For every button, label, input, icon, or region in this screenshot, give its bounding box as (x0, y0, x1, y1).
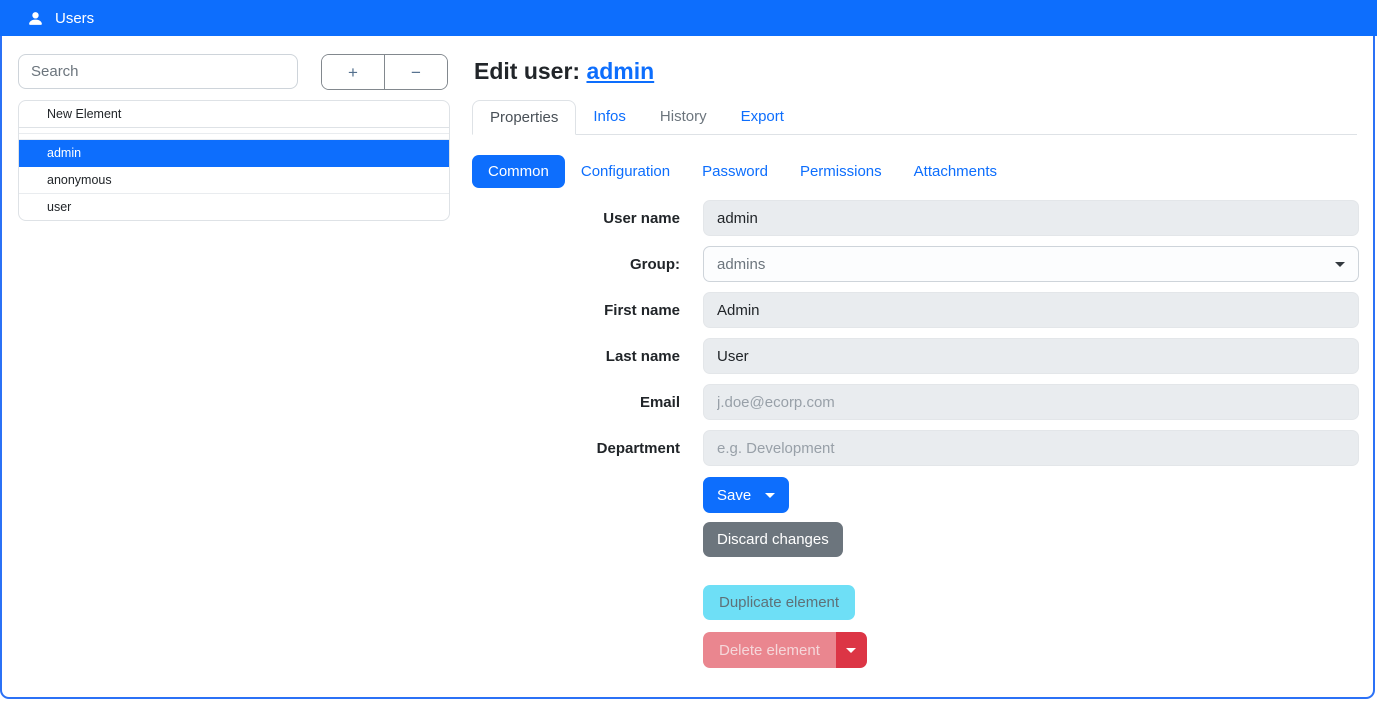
subtab-attachments[interactable]: Attachments (898, 155, 1013, 188)
list-item-anonymous[interactable]: anonymous (19, 167, 449, 194)
group-label: Group: (472, 256, 680, 273)
person-icon (27, 10, 44, 27)
username-field[interactable] (703, 200, 1359, 236)
tab-history[interactable]: History (643, 100, 724, 134)
username-label: User name (472, 210, 680, 227)
form-row: First name (472, 292, 1357, 328)
delete-button-group: Delete element (703, 632, 867, 668)
email-label: Email (472, 394, 680, 411)
subtab-common[interactable]: Common (472, 155, 565, 188)
sidebar: + − New Element admin anonymous user (2, 36, 458, 697)
list-item-new-element[interactable]: New Element (19, 101, 449, 128)
subtab-password[interactable]: Password (686, 155, 784, 188)
group-select[interactable]: admins (703, 246, 1359, 282)
delete-element-button[interactable]: Delete element (703, 632, 836, 668)
navbar-title: Users (55, 10, 94, 27)
form-row: Department (472, 430, 1357, 466)
form-row: Group: admins (472, 246, 1357, 282)
list-item-user[interactable]: user (19, 194, 449, 220)
lastname-label: Last name (472, 348, 680, 365)
content-frame: + − New Element admin anonymous user Edi… (0, 36, 1375, 699)
delete-dropdown-toggle[interactable] (836, 632, 867, 668)
tab-bar: Properties Infos History Export (472, 100, 1357, 135)
tab-export[interactable]: Export (724, 100, 801, 134)
discard-changes-button[interactable]: Discard changes (703, 522, 843, 557)
sidebar-toolbar: + − (18, 54, 458, 90)
department-label: Department (472, 440, 680, 457)
user-form: User name Group: admins First name Last … (472, 200, 1357, 466)
firstname-field[interactable] (703, 292, 1359, 328)
add-element-button[interactable]: + (322, 55, 384, 89)
email-field[interactable] (703, 384, 1359, 420)
edited-user-link[interactable]: admin (586, 58, 654, 84)
subtab-permissions[interactable]: Permissions (784, 155, 898, 188)
caret-down-icon (765, 493, 775, 498)
form-row: Last name (472, 338, 1357, 374)
save-button[interactable]: Save (703, 477, 789, 513)
form-actions: Save Discard changes Duplicate element D… (703, 477, 1357, 668)
add-remove-button-group: + − (321, 54, 448, 90)
element-list: New Element admin anonymous user (18, 100, 450, 221)
form-row: Email (472, 384, 1357, 420)
subtab-configuration[interactable]: Configuration (565, 155, 686, 188)
save-button-label: Save (717, 487, 751, 504)
lastname-field[interactable] (703, 338, 1359, 374)
form-row: User name (472, 200, 1357, 236)
duplicate-element-button[interactable]: Duplicate element (703, 585, 855, 620)
list-item-admin[interactable]: admin (19, 140, 449, 167)
department-field[interactable] (703, 430, 1359, 466)
page-title: Edit user: admin (474, 58, 1357, 85)
tab-properties[interactable]: Properties (472, 100, 576, 135)
remove-element-button[interactable]: − (384, 55, 447, 89)
page-title-prefix: Edit user: (474, 58, 580, 84)
search-input[interactable] (18, 54, 298, 89)
group-select-value: admins (717, 256, 765, 273)
top-navbar: Users (0, 0, 1377, 36)
caret-down-icon (1335, 262, 1345, 267)
main-panel: Edit user: admin Properties Infos Histor… (458, 36, 1373, 697)
sub-tab-bar: Common Configuration Password Permission… (472, 155, 1357, 188)
tab-infos[interactable]: Infos (576, 100, 643, 134)
firstname-label: First name (472, 302, 680, 319)
caret-down-icon (846, 648, 856, 653)
